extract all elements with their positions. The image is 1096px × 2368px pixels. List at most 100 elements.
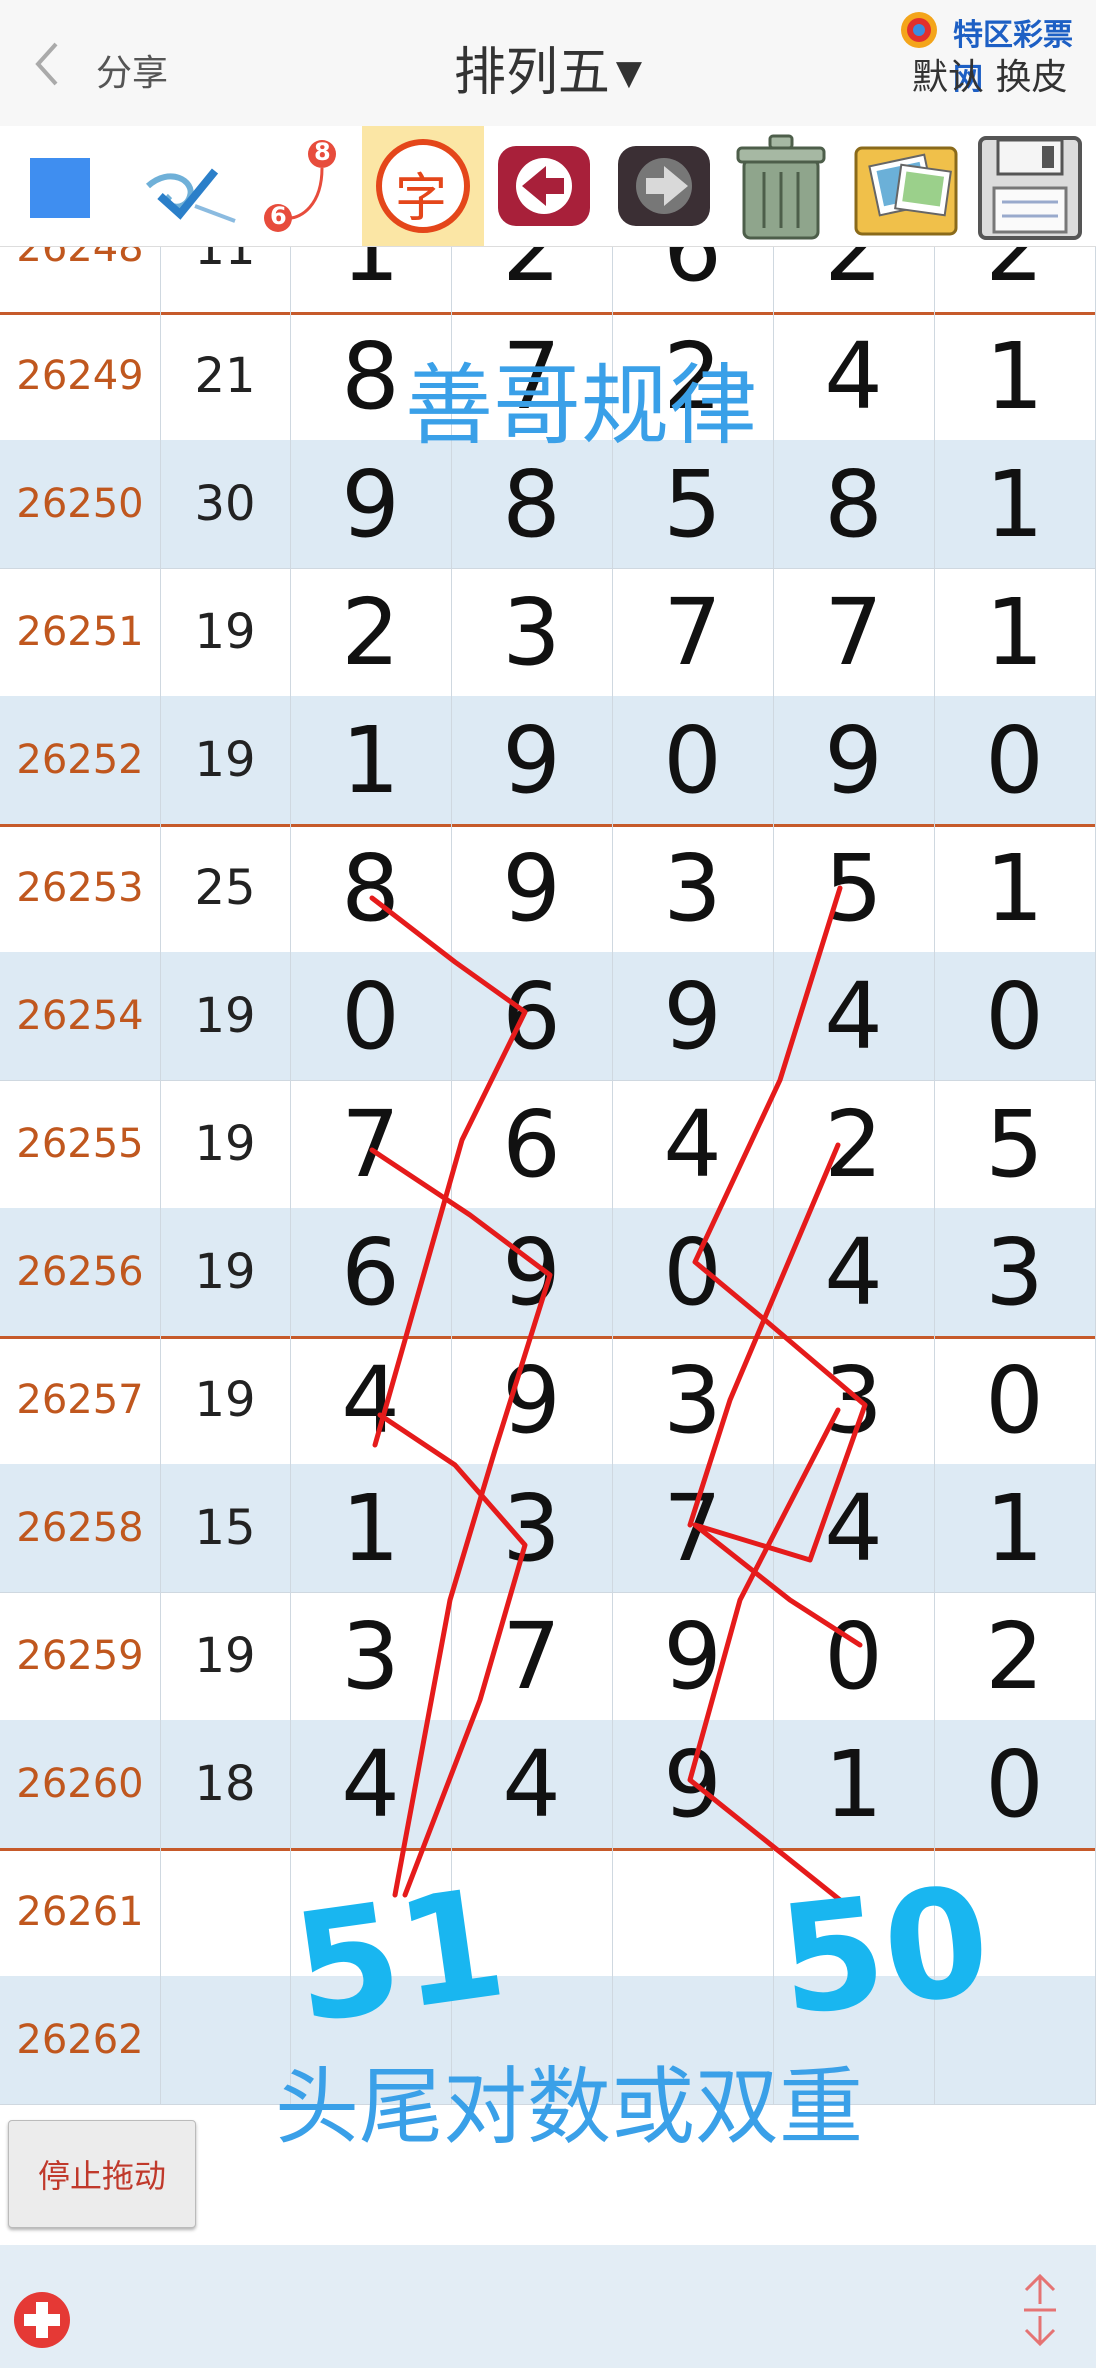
digit-cell[interactable]: 8 <box>773 440 935 568</box>
sum-value: 19 <box>160 1592 291 1720</box>
char-button[interactable]: 字 <box>362 126 484 246</box>
digit-cell[interactable]: 5 <box>934 1080 1096 1208</box>
digit-cell[interactable] <box>290 1976 452 2104</box>
table-row: 26250 30 9 8 5 8 1 <box>0 440 1096 569</box>
digit-cell[interactable]: 6 <box>451 1080 613 1208</box>
digit-cell[interactable]: 5 <box>612 440 774 568</box>
digit-cell[interactable]: 1 <box>934 312 1096 440</box>
digit-cell[interactable] <box>612 1976 774 2104</box>
digit-cell[interactable]: 9 <box>612 1720 774 1848</box>
digit-cell[interactable]: 8 <box>290 824 452 952</box>
digit-cell[interactable]: 7 <box>612 568 774 696</box>
table-row: 26259 19 3 7 9 0 2 <box>0 1592 1096 1721</box>
digit-cell[interactable]: 3 <box>773 1336 935 1464</box>
sum-value: 19 <box>160 1208 291 1336</box>
digit-cell[interactable] <box>934 1848 1096 1976</box>
digit-cell[interactable]: 1 <box>290 1464 452 1592</box>
digit-cell[interactable]: 0 <box>934 1720 1096 1848</box>
sum-value: 19 <box>160 1080 291 1208</box>
add-icon[interactable] <box>10 2288 74 2352</box>
issue-number: 26252 <box>0 696 161 824</box>
digit-cell[interactable]: 1 <box>773 1720 935 1848</box>
issue-number: 26262 <box>0 1976 161 2104</box>
issue-number: 26256 <box>0 1208 161 1336</box>
char-label: 字 <box>395 169 448 229</box>
digit-cell[interactable]: 0 <box>612 1208 774 1336</box>
digit-cell[interactable]: 8 <box>290 312 452 440</box>
digit-cell[interactable] <box>612 1848 774 1976</box>
square-color-icon[interactable] <box>20 126 100 246</box>
connect-badge[interactable]: 8 6 <box>250 126 350 246</box>
digit-cell[interactable]: 1 <box>934 824 1096 952</box>
digit-cell[interactable]: 0 <box>934 1336 1096 1464</box>
sum-value: 25 <box>160 824 291 952</box>
issue-number: 26254 <box>0 952 161 1080</box>
digit-cell[interactable]: 4 <box>773 312 935 440</box>
digit-cell[interactable]: 1 <box>934 568 1096 696</box>
issue-number: 26250 <box>0 440 161 568</box>
digit-cell[interactable]: 0 <box>934 696 1096 824</box>
digit-cell[interactable]: 0 <box>290 952 452 1080</box>
digit-cell[interactable]: 9 <box>451 824 613 952</box>
digit-cell[interactable]: 7 <box>451 1592 613 1720</box>
digit-cell[interactable]: 9 <box>451 1336 613 1464</box>
digit-cell[interactable]: 4 <box>773 952 935 1080</box>
digit-cell[interactable]: 3 <box>612 1336 774 1464</box>
digit-cell[interactable] <box>290 1848 452 1976</box>
digit-cell[interactable]: 9 <box>612 952 774 1080</box>
digit-cell[interactable]: 3 <box>934 1208 1096 1336</box>
digit-cell[interactable]: 9 <box>451 1208 613 1336</box>
digit-cell[interactable] <box>773 1976 935 2104</box>
digit-cell[interactable]: 9 <box>290 440 452 568</box>
digit-cell[interactable] <box>451 1848 613 1976</box>
digit-cell[interactable]: 2 <box>290 568 452 696</box>
digit-cell[interactable]: 6 <box>451 952 613 1080</box>
digit-cell[interactable]: 0 <box>612 696 774 824</box>
digit-cell[interactable]: 9 <box>612 1592 774 1720</box>
digit-cell[interactable]: 2 <box>612 312 774 440</box>
digit-cell[interactable]: 3 <box>290 1592 452 1720</box>
digit-cell[interactable]: 1 <box>934 1464 1096 1592</box>
table-row: 26258 15 1 3 7 4 1 <box>0 1464 1096 1593</box>
digit-cell[interactable]: 0 <box>773 1592 935 1720</box>
digit-cell[interactable] <box>451 1976 613 2104</box>
digit-cell[interactable]: 0 <box>934 952 1096 1080</box>
undo-arrow-icon[interactable] <box>492 126 597 246</box>
digit-cell[interactable]: 2 <box>934 1592 1096 1720</box>
digit-cell[interactable]: 3 <box>451 568 613 696</box>
digit-cell[interactable]: 1 <box>290 696 452 824</box>
badge-top: 8 <box>314 138 331 166</box>
trash-icon[interactable] <box>726 126 836 246</box>
digit-cell[interactable]: 2 <box>773 1080 935 1208</box>
digit-cell[interactable]: 6 <box>290 1208 452 1336</box>
digit-cell[interactable]: 7 <box>451 312 613 440</box>
digit-cell[interactable]: 5 <box>773 824 935 952</box>
check-pen-icon[interactable] <box>140 126 240 246</box>
digit-cell[interactable]: 1 <box>934 440 1096 568</box>
digit-cell[interactable]: 4 <box>290 1336 452 1464</box>
skin-button[interactable]: 默认 换皮 <box>912 48 1067 100</box>
digit-cell[interactable]: 4 <box>290 1720 452 1848</box>
sum-value: 21 <box>160 312 291 440</box>
digit-cell[interactable]: 3 <box>612 824 774 952</box>
table-row: 26254 19 0 6 9 4 0 <box>0 952 1096 1081</box>
photo-folder-icon[interactable] <box>846 126 966 246</box>
digit-cell[interactable]: 8 <box>451 440 613 568</box>
digit-cell[interactable]: 9 <box>451 696 613 824</box>
digit-cell[interactable]: 4 <box>612 1080 774 1208</box>
digit-cell[interactable]: 7 <box>612 1464 774 1592</box>
digit-cell[interactable]: 4 <box>773 1464 935 1592</box>
digit-cell[interactable]: 4 <box>451 1720 613 1848</box>
digit-cell[interactable]: 3 <box>451 1464 613 1592</box>
stop-drag-button[interactable]: 停止拖动 <box>8 2120 196 2228</box>
save-disk-icon[interactable] <box>972 126 1088 246</box>
sort-updown-icon[interactable] <box>1018 2270 1062 2350</box>
digit-cell[interactable]: 7 <box>290 1080 452 1208</box>
digit-cell[interactable]: 7 <box>773 568 935 696</box>
digit-cell[interactable]: 4 <box>773 1208 935 1336</box>
digit-cell[interactable] <box>773 1848 935 1976</box>
redo-arrow-icon[interactable] <box>612 126 717 246</box>
digit-cell[interactable] <box>934 1976 1096 2104</box>
digit-cell[interactable]: 9 <box>773 696 935 824</box>
sum-value: 30 <box>160 440 291 568</box>
